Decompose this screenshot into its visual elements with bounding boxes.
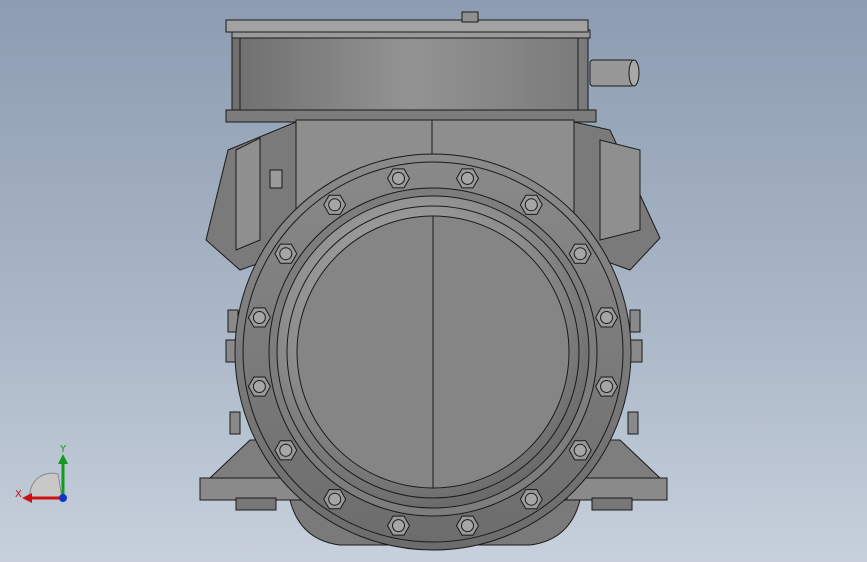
flange-bolt-washer bbox=[252, 380, 266, 393]
x-axis-arrow bbox=[22, 493, 32, 503]
y-axis-arrow bbox=[58, 454, 68, 464]
y-axis-label: Y bbox=[59, 444, 67, 455]
flange-bolt-washer bbox=[600, 380, 614, 393]
connector-pipe bbox=[589, 59, 640, 87]
x-axis-label: X bbox=[15, 489, 22, 500]
z-axis-dot bbox=[59, 494, 67, 502]
terminal-box bbox=[225, 11, 597, 123]
flange-bolt-washer bbox=[573, 247, 587, 261]
flange-bolt-washer bbox=[279, 247, 293, 261]
flange-bolt-washer bbox=[461, 171, 474, 185]
flange-bolt-washer bbox=[600, 311, 614, 324]
flange-bolt-washer bbox=[573, 443, 587, 457]
flange-bolt-washer bbox=[328, 198, 342, 212]
flange-bolt-washer bbox=[252, 311, 266, 324]
flange-bolt-washer bbox=[461, 519, 474, 533]
axis-triad: Y X bbox=[15, 444, 68, 503]
flange-bolt-washer bbox=[392, 519, 405, 533]
flange-bolt-washer bbox=[524, 492, 538, 506]
compressor-front-view[interactable] bbox=[0, 0, 867, 562]
flange-bolt-washer bbox=[328, 492, 342, 506]
flange-bolt-washer bbox=[279, 443, 293, 457]
flange-bolt-washer bbox=[524, 198, 538, 212]
graphics-viewport[interactable]: Y X bbox=[0, 0, 867, 562]
triad-backplate bbox=[29, 472, 63, 499]
flange-bolt-washer bbox=[392, 171, 405, 185]
front-flange bbox=[234, 153, 632, 551]
